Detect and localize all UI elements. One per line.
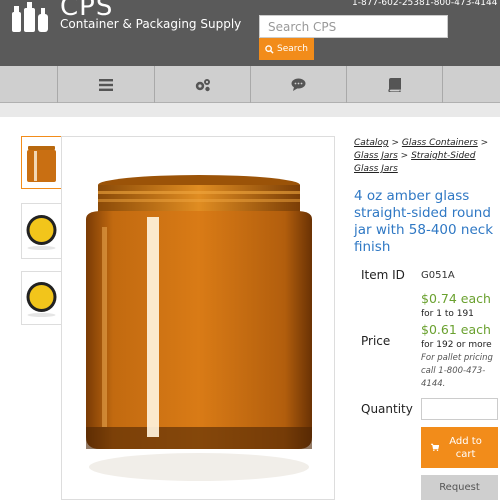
nav-menu[interactable] <box>58 66 155 103</box>
breadcrumb-glass-containers[interactable]: Glass Containers <box>402 138 478 148</box>
breadcrumb-separator: > <box>400 151 409 161</box>
nav-chat[interactable] <box>251 66 347 103</box>
item-id-value: G051A <box>421 270 455 281</box>
thumbnail-jar-bottom[interactable] <box>21 271 62 325</box>
quantity-label: Quantity <box>361 402 413 416</box>
site-header: CPS Container & Packaging Supply 1-877-6… <box>0 0 500 66</box>
phone-numbers: 1-877-602-25381-800-473-4144 <box>352 0 498 8</box>
price-label: Price <box>361 334 391 348</box>
nav-settings[interactable] <box>155 66 251 103</box>
nav-catalog[interactable] <box>347 66 443 103</box>
amber-jar-image <box>86 175 312 481</box>
item-id-label: Item ID <box>361 268 405 282</box>
main-nav <box>0 66 500 103</box>
nav-blank-right <box>443 66 500 103</box>
add-to-cart-button[interactable]: Add to cart <box>421 427 498 468</box>
breadcrumb-separator: > <box>391 138 399 148</box>
jar-bottom-view-icon <box>26 282 57 317</box>
book-icon <box>388 77 401 92</box>
amber-jar-thumb-icon <box>27 146 56 182</box>
search-button-label: Search <box>277 44 308 54</box>
search-input[interactable] <box>259 15 448 38</box>
product-section: Catalog > Glass Containers > Glass Jars … <box>0 117 500 500</box>
nav-blank-left <box>0 66 58 103</box>
product-title: 4 oz amber glass straight-sided round ja… <box>354 188 494 255</box>
pallet-pricing-note: For pallet pricing call 1-800-473-4144. <box>421 353 493 389</box>
gears-icon <box>195 78 210 91</box>
price-tier-2: $0.61 each <box>421 322 491 337</box>
bottles-logo-icon[interactable] <box>10 0 50 34</box>
add-to-cart-label: Add to cart <box>449 435 482 460</box>
thumbnail-jar-front[interactable] <box>21 136 62 189</box>
breadcrumb-catalog[interactable]: Catalog <box>354 138 389 148</box>
price-tier-1-qty: for 1 to 191 <box>421 309 474 319</box>
spacer <box>0 103 500 117</box>
menu-icon <box>99 78 113 91</box>
main-product-image[interactable] <box>61 136 335 500</box>
thumbnail-jar-top[interactable] <box>21 203 62 259</box>
price-tier-1: $0.74 each <box>421 291 491 306</box>
breadcrumb: Catalog > Glass Containers > Glass Jars … <box>354 137 500 176</box>
breadcrumb-glass-jars[interactable]: Glass Jars <box>354 151 398 161</box>
search-button[interactable]: Search <box>259 38 314 60</box>
jar-top-view-icon <box>26 215 57 250</box>
price-tier-2-qty: for 192 or more <box>421 340 492 350</box>
chat-icon <box>291 78 306 91</box>
cart-icon <box>431 443 440 452</box>
search-icon <box>265 44 274 54</box>
breadcrumb-separator: > <box>480 138 489 148</box>
brand-tagline: Container & Packaging Supply <box>60 17 242 31</box>
request-button[interactable]: Request <box>421 475 498 500</box>
quantity-input[interactable] <box>421 398 498 420</box>
